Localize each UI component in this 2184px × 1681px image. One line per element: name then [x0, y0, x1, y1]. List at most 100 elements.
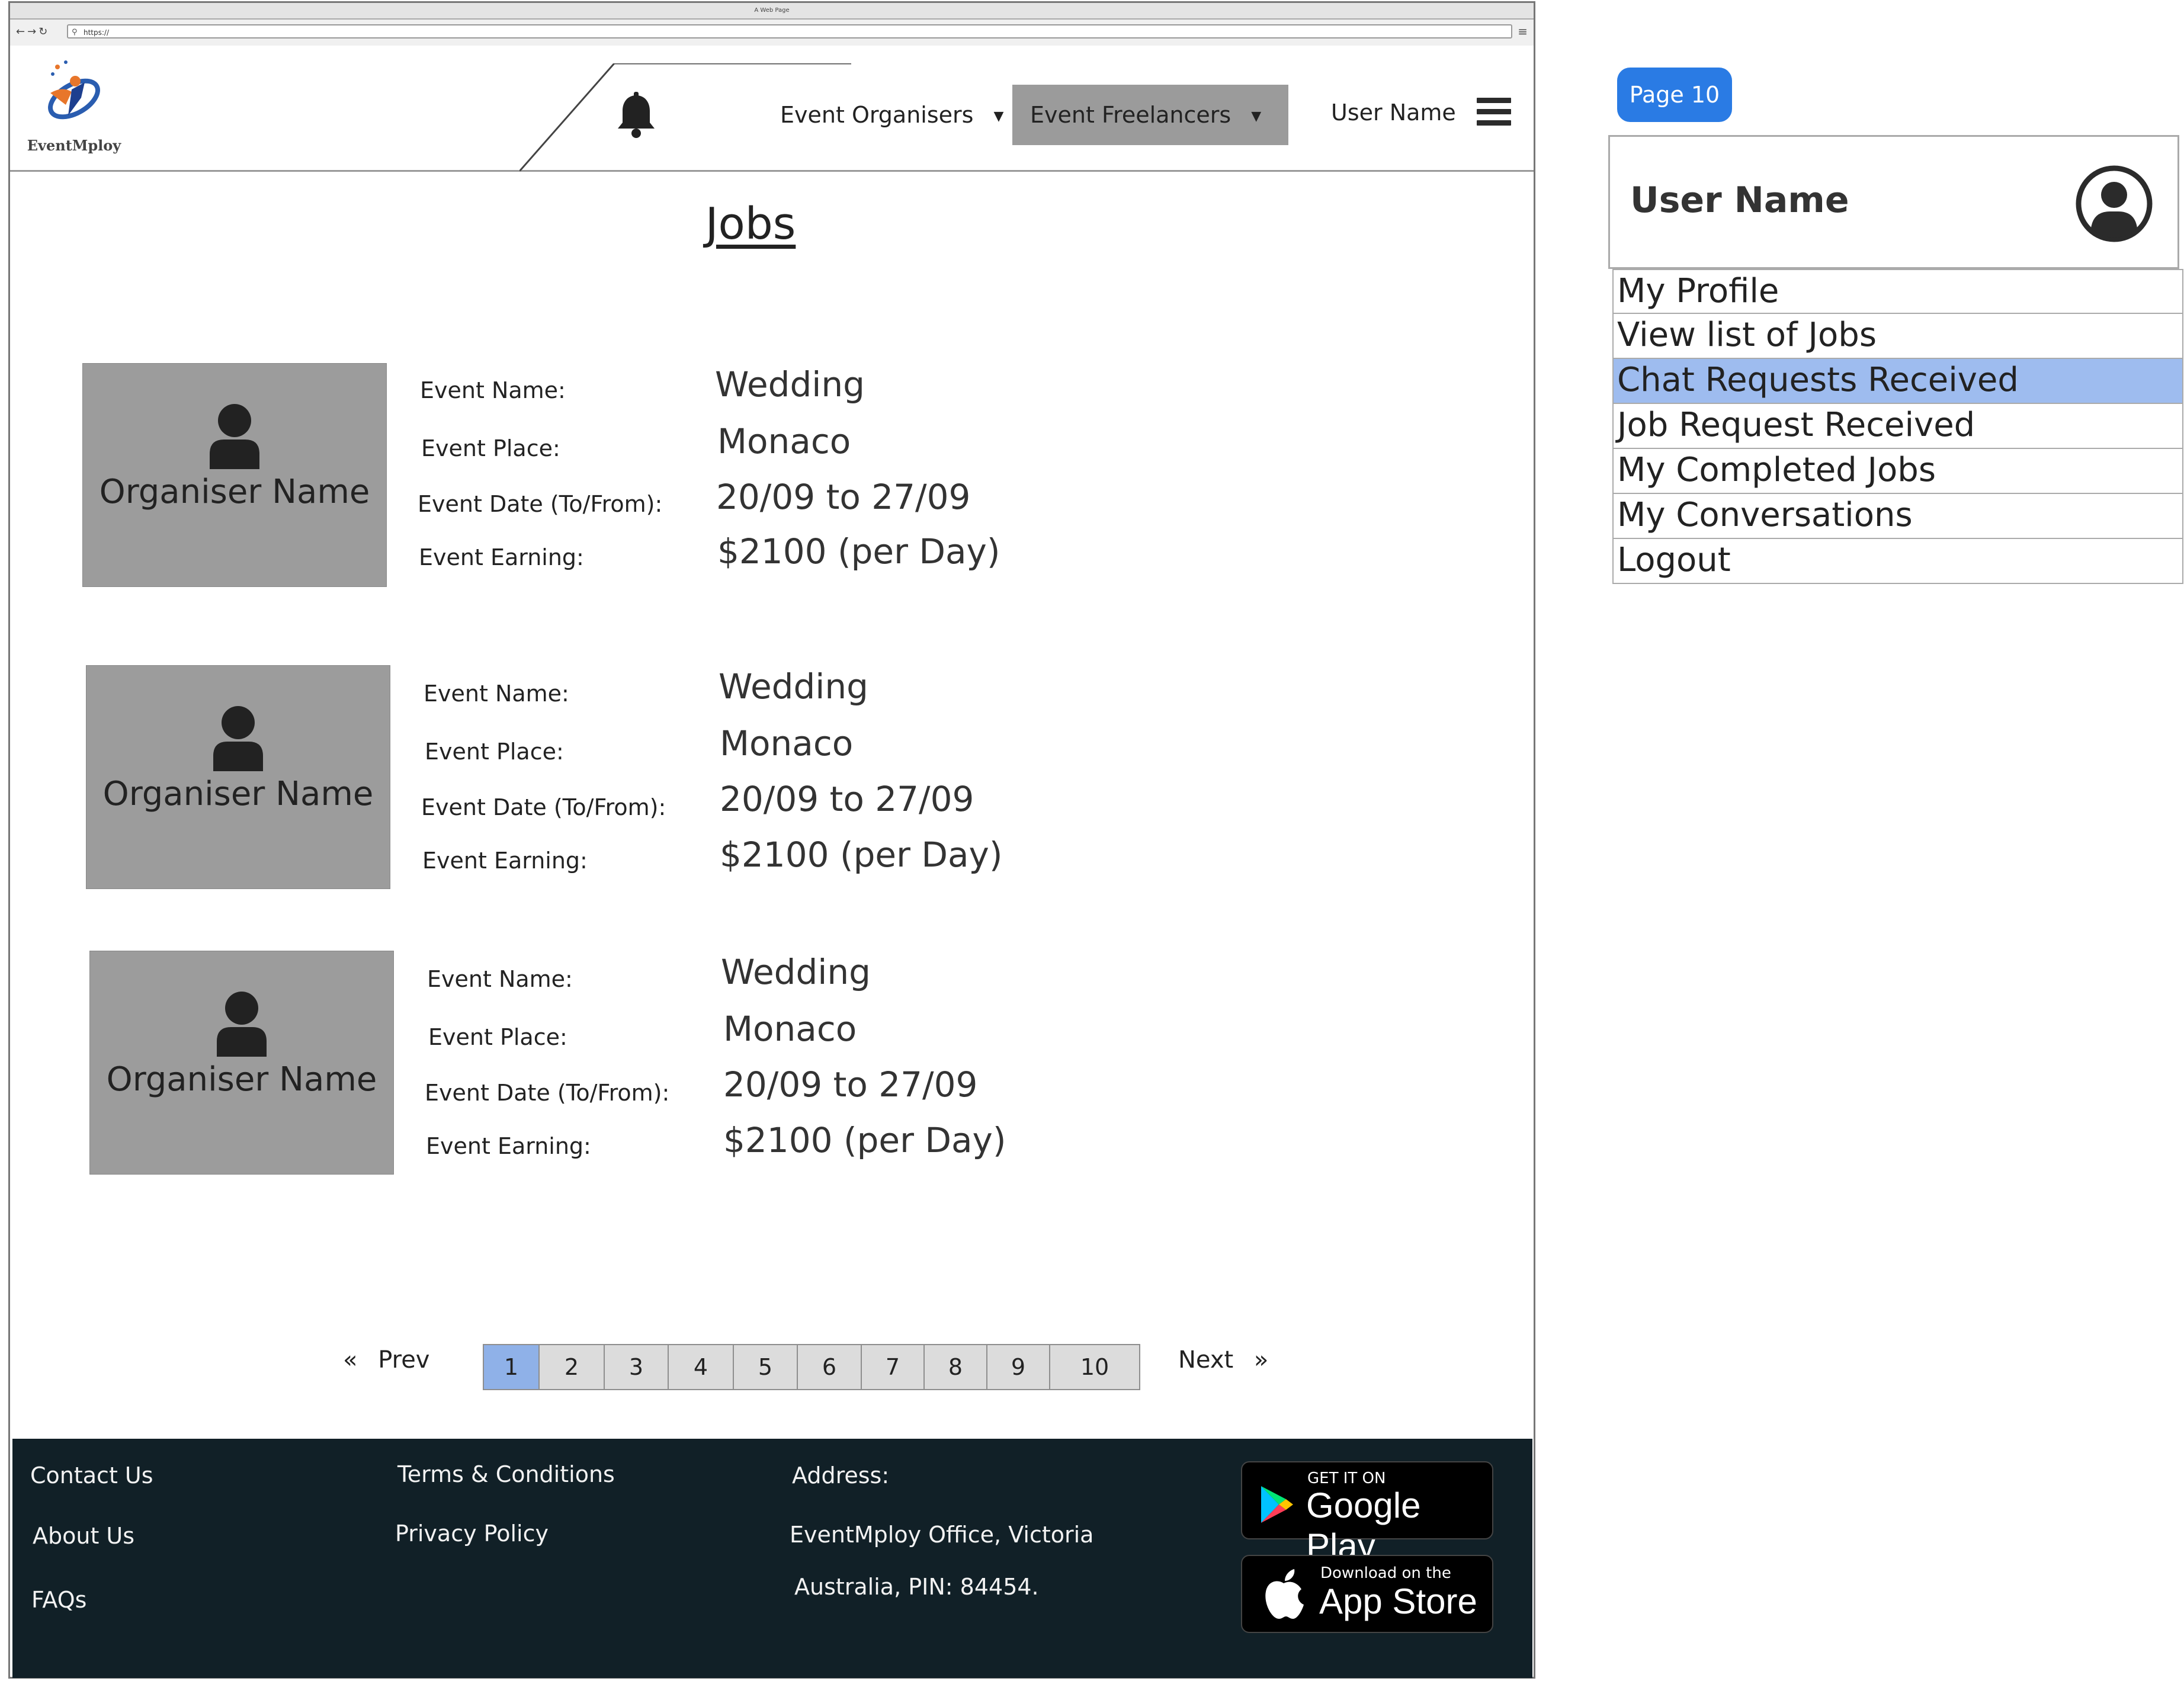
- organiser-name: Organiser Name: [102, 775, 374, 813]
- footer-address-label: Address:: [792, 1462, 890, 1488]
- menu-item-completed-jobs[interactable]: My Completed Jobs: [1612, 449, 2183, 494]
- job-card[interactable]: Organiser Name Event Name: Wedding Event…: [10, 665, 1076, 890]
- nav-user-name[interactable]: User Name: [1331, 86, 1456, 139]
- window-title: A Web Page: [10, 3, 1534, 20]
- value-event-name: Wedding: [721, 952, 871, 992]
- menu-item-my-profile[interactable]: My Profile: [1612, 269, 2183, 314]
- label-event-name: Event Name:: [427, 966, 573, 992]
- app-store-big-text: App Store: [1319, 1581, 1477, 1621]
- value-event-date: 20/09 to 27/09: [723, 1064, 978, 1105]
- page-button-8[interactable]: 8: [925, 1345, 987, 1389]
- value-event-earning: $2100 (per Day): [717, 531, 1000, 572]
- value-event-name: Wedding: [715, 364, 865, 405]
- pagination-prev-label: Prev: [378, 1346, 430, 1374]
- label-event-date: Event Date (To/From):: [421, 794, 666, 820]
- footer-contact-link[interactable]: Contact Us: [30, 1462, 153, 1488]
- page-button-4[interactable]: 4: [669, 1345, 734, 1389]
- pagination-prev[interactable]: « Prev: [330, 1346, 429, 1374]
- browser-menu-icon[interactable]: ≡: [1518, 24, 1528, 39]
- menu-item-view-jobs[interactable]: View list of Jobs: [1612, 314, 2183, 359]
- apple-icon: [1265, 1569, 1304, 1619]
- label-event-place: Event Place:: [428, 1024, 567, 1050]
- nav-event-freelancers-label: Event Freelancers: [1030, 102, 1231, 128]
- page-number-tag: Page 10: [1617, 68, 1732, 122]
- chevron-down-icon: ▼: [1251, 109, 1262, 124]
- page-button-5[interactable]: 5: [734, 1345, 798, 1389]
- value-event-place: Monaco: [720, 723, 854, 763]
- organiser-name: Organiser Name: [99, 473, 370, 511]
- user-silhouette-icon: [210, 404, 259, 469]
- google-play-icon: [1261, 1486, 1293, 1523]
- organiser-name: Organiser Name: [106, 1060, 377, 1099]
- value-event-date: 20/09 to 27/09: [716, 477, 971, 517]
- label-event-date: Event Date (To/From):: [425, 1080, 670, 1106]
- site-header: EventMploy Event Organisers ▼ Event Free…: [10, 46, 1534, 172]
- url-input[interactable]: ⚲ https://: [67, 24, 1512, 39]
- side-menu-list: My Profile View list of Jobs Chat Reques…: [1612, 269, 2183, 584]
- pagination-next[interactable]: Next »: [1178, 1346, 1281, 1374]
- app-store-small-text: Download on the: [1320, 1564, 1451, 1582]
- page-title: Jobs: [705, 198, 796, 249]
- value-event-earning: $2100 (per Day): [720, 835, 1003, 875]
- job-card[interactable]: Organiser Name Event Name: Wedding Event…: [10, 363, 1076, 588]
- page-button-10[interactable]: 10: [1050, 1345, 1139, 1389]
- organiser-photo[interactable]: Organiser Name: [86, 665, 390, 889]
- value-event-place: Monaco: [723, 1009, 857, 1049]
- nav-event-organisers[interactable]: Event Organisers ▼: [780, 88, 1003, 146]
- footer-privacy-link[interactable]: Privacy Policy: [395, 1520, 549, 1547]
- organiser-photo[interactable]: Organiser Name: [82, 363, 387, 587]
- nav-event-freelancers[interactable]: Event Freelancers ▼: [1012, 85, 1288, 145]
- user-avatar-icon[interactable]: [2074, 164, 2154, 243]
- menu-user-header: User Name: [1608, 135, 2179, 269]
- footer-faqs-link[interactable]: FAQs: [31, 1587, 86, 1613]
- menu-user-name: User Name: [1630, 179, 1849, 221]
- value-event-name: Wedding: [719, 666, 868, 707]
- browser-window: A Web Page ←→↻ ⚲ https:// ≡ EventMploy E…: [8, 1, 1535, 1679]
- page-button-7[interactable]: 7: [862, 1345, 925, 1389]
- page-button-3[interactable]: 3: [605, 1345, 669, 1389]
- label-event-name: Event Name:: [424, 681, 569, 707]
- menu-item-logout[interactable]: Logout: [1612, 539, 2183, 584]
- user-silhouette-icon: [213, 706, 263, 771]
- value-event-date: 20/09 to 27/09: [720, 779, 974, 819]
- label-event-place: Event Place:: [425, 739, 564, 765]
- footer-address-line1: EventMploy Office, Victoria: [790, 1522, 1094, 1548]
- footer-about-link[interactable]: About Us: [33, 1523, 134, 1549]
- logo-text: EventMploy: [27, 137, 121, 154]
- footer-terms-link[interactable]: Terms & Conditions: [397, 1461, 615, 1487]
- page-button-1[interactable]: 1: [484, 1345, 540, 1389]
- page-button-2[interactable]: 2: [540, 1345, 605, 1389]
- menu-item-job-requests[interactable]: Job Request Received: [1612, 404, 2183, 449]
- nav-event-organisers-label: Event Organisers: [780, 102, 974, 128]
- page-button-9[interactable]: 9: [987, 1345, 1050, 1389]
- chevron-down-icon: ▼: [993, 109, 1004, 124]
- bell-icon[interactable]: [615, 92, 657, 139]
- double-chevron-right-icon: »: [1253, 1346, 1269, 1374]
- menu-item-chat-requests[interactable]: Chat Requests Received: [1612, 359, 2183, 404]
- search-icon: ⚲: [72, 28, 78, 37]
- label-event-date: Event Date (To/From):: [418, 491, 663, 517]
- app-store-badge[interactable]: Download on the App Store: [1241, 1555, 1493, 1633]
- label-event-earning: Event Earning:: [422, 848, 588, 874]
- double-chevron-left-icon: «: [343, 1346, 358, 1374]
- user-silhouette-icon: [217, 992, 267, 1057]
- footer-address-line2: Australia, PIN: 84454.: [794, 1574, 1039, 1600]
- label-event-name: Event Name:: [420, 377, 566, 403]
- organiser-photo[interactable]: Organiser Name: [89, 951, 394, 1175]
- hamburger-menu-icon[interactable]: [1477, 98, 1511, 126]
- value-event-place: Monaco: [717, 421, 851, 461]
- pagination-next-label: Next: [1178, 1346, 1234, 1374]
- browser-nav-icons[interactable]: ←→↻: [16, 25, 50, 38]
- value-event-earning: $2100 (per Day): [723, 1120, 1006, 1160]
- job-card[interactable]: Organiser Name Event Name: Wedding Event…: [10, 951, 1076, 1176]
- site-footer: Contact Us About Us FAQs Terms & Conditi…: [12, 1439, 1532, 1678]
- google-play-badge[interactable]: GET IT ON Google Play: [1241, 1461, 1493, 1566]
- menu-item-conversations[interactable]: My Conversations: [1612, 494, 2183, 539]
- site-logo[interactable]: EventMploy: [27, 56, 121, 163]
- address-bar: ←→↻ ⚲ https:// ≡: [10, 20, 1534, 47]
- logo-mark-icon: [48, 60, 100, 120]
- label-event-earning: Event Earning:: [419, 544, 584, 570]
- pagination: 1 2 3 4 5 6 7 8 9 10: [483, 1344, 1140, 1390]
- label-event-place: Event Place:: [421, 435, 560, 461]
- page-button-6[interactable]: 6: [798, 1345, 862, 1389]
